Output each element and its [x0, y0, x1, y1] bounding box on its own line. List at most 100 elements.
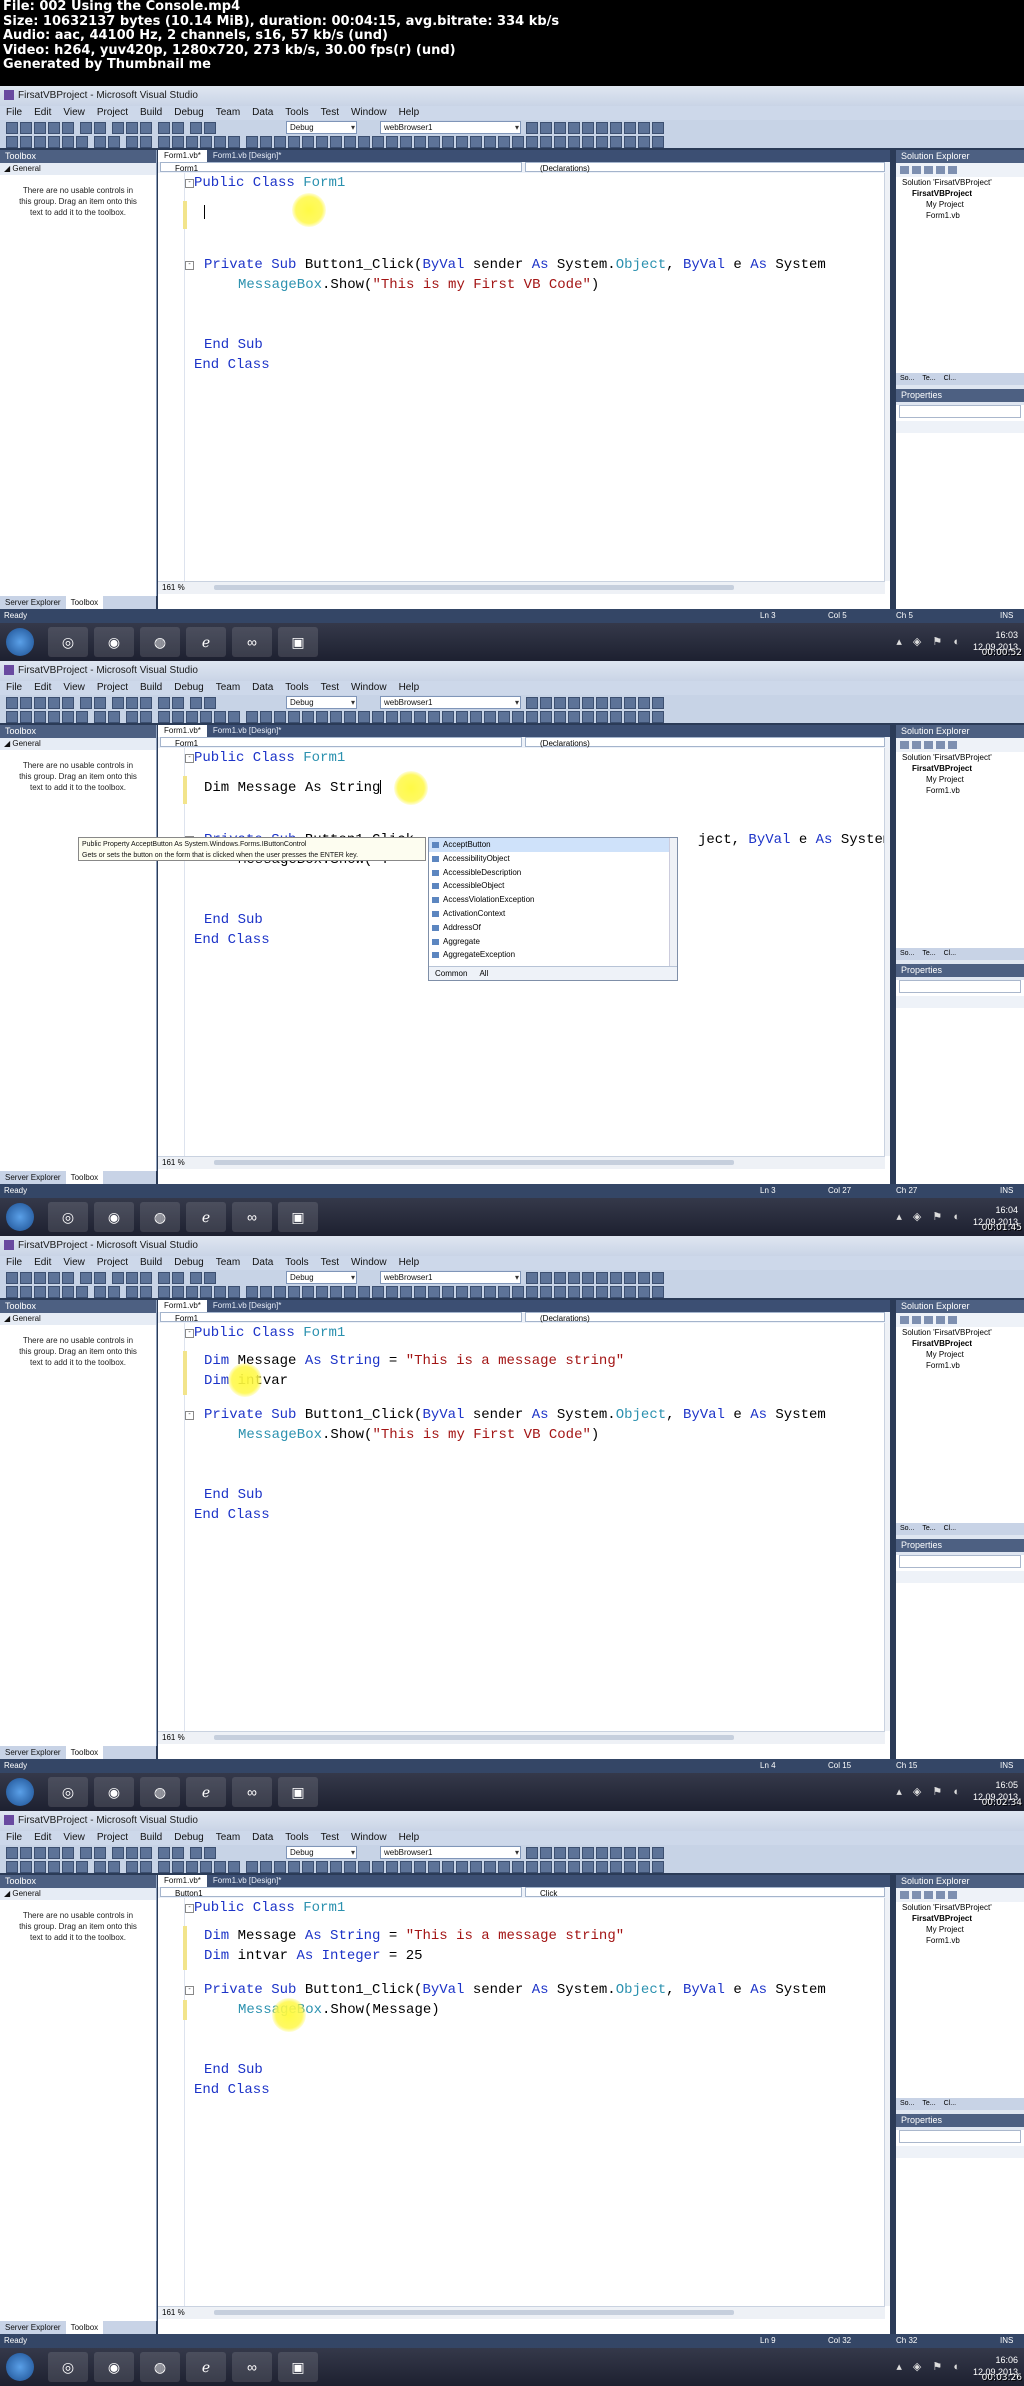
toolbar-icon[interactable] [428, 136, 440, 148]
tab-all[interactable]: All [473, 967, 494, 980]
toolbar-icon[interactable] [80, 1847, 92, 1859]
toolbar-icon[interactable] [484, 711, 496, 723]
toolbar-icon[interactable] [94, 711, 106, 723]
toolbar-icon[interactable] [288, 1861, 300, 1873]
toolbar-icon[interactable] [582, 1272, 594, 1284]
chrome-icon[interactable]: ◉ [94, 627, 134, 657]
toolbar-icon[interactable] [652, 1861, 664, 1873]
toolbar-icon[interactable] [108, 1286, 120, 1298]
tab-solution[interactable]: So... [896, 373, 918, 385]
toolbar-icon[interactable] [80, 122, 92, 134]
toolbar-icon[interactable] [554, 1272, 566, 1284]
toolbar-icon[interactable] [126, 697, 138, 709]
menu-item[interactable]: Window [345, 1256, 393, 1270]
toolbar-icon[interactable] [108, 711, 120, 723]
vertical-scrollbar[interactable] [884, 1898, 890, 2306]
toolbar-icon[interactable] [610, 1861, 622, 1873]
menu-item[interactable]: Debug [168, 106, 209, 120]
menu-item[interactable]: Data [246, 106, 279, 120]
toolbar-icon[interactable] [456, 1286, 468, 1298]
toolbar-icon[interactable] [274, 1861, 286, 1873]
toolbar-icon[interactable] [158, 697, 170, 709]
toolbar-icon[interactable] [20, 1286, 32, 1298]
toolbar-icon[interactable] [6, 1272, 18, 1284]
toolbar-icon[interactable] [112, 1847, 124, 1859]
toolbar-icon[interactable] [140, 711, 152, 723]
toolbar-icon[interactable] [34, 697, 46, 709]
properties-object-combo[interactable] [899, 1555, 1021, 1568]
toolbar-icon[interactable] [498, 1861, 510, 1873]
code-editor[interactable]: --Public Class Form1Dim Message As Strin… [158, 1323, 885, 1731]
horizontal-scrollbar[interactable]: 161 % [158, 581, 885, 594]
tab-toolbox[interactable]: Toolbox [65, 1746, 104, 1759]
toolbar-icon[interactable] [94, 136, 106, 148]
code-editor[interactable]: --Public Class Form1Dim Message As Strin… [158, 1898, 885, 2306]
toolbar-icon[interactable] [246, 1286, 258, 1298]
method-name-dropdown[interactable]: (Declarations) [525, 162, 885, 173]
toolbar-icon[interactable] [484, 1861, 496, 1873]
fold-toggle[interactable]: - [185, 179, 194, 188]
toolbar-icon[interactable] [158, 136, 170, 148]
toolbar-icon[interactable] [568, 697, 580, 709]
view-designer-icon[interactable] [948, 166, 957, 174]
toolbar-icon[interactable] [62, 1847, 74, 1859]
toolbar-icon[interactable] [126, 1847, 138, 1859]
toolbar-icon[interactable] [288, 1286, 300, 1298]
toolbar-icon[interactable] [80, 697, 92, 709]
toolbar-icon[interactable] [610, 711, 622, 723]
completion-scrollbar[interactable] [669, 838, 677, 966]
toolbar-icon[interactable] [358, 136, 370, 148]
toolbar-icon[interactable] [62, 711, 74, 723]
fold-toggle[interactable]: - [185, 1904, 194, 1913]
toolbar-icon[interactable] [400, 1286, 412, 1298]
toolbar-icon[interactable] [48, 136, 60, 148]
toolbar-icon[interactable] [540, 1847, 552, 1859]
menu-item[interactable]: Debug [168, 681, 209, 695]
refresh-icon[interactable] [924, 741, 933, 749]
toolbar-icon[interactable] [158, 1847, 170, 1859]
toolbar-icon[interactable] [330, 711, 342, 723]
toolbar-icon[interactable] [414, 1861, 426, 1873]
toolbar-icon[interactable] [554, 711, 566, 723]
toolbar-icon[interactable] [554, 1286, 566, 1298]
recorder-icon[interactable]: ▣ [278, 1777, 318, 1807]
toolbar-icon[interactable] [316, 1286, 328, 1298]
toolbox-group-general[interactable]: ◢ General [0, 163, 156, 175]
toolbar-icon[interactable] [34, 1286, 46, 1298]
completion-item[interactable]: Aggregate [429, 935, 677, 949]
toolbar-icon[interactable] [34, 1861, 46, 1873]
toolbar-icon[interactable] [638, 711, 650, 723]
toolbar-icon[interactable] [582, 1286, 594, 1298]
start-button[interactable] [6, 2353, 34, 2381]
view-designer-icon[interactable] [948, 741, 957, 749]
method-name-dropdown[interactable]: (Declarations) [525, 737, 885, 748]
toolbar-icon[interactable] [372, 1286, 384, 1298]
toolbox-group-general[interactable]: ◢ General [0, 1888, 156, 1900]
toolbar-icon[interactable] [554, 1861, 566, 1873]
tab-class-view[interactable]: Cl... [940, 948, 960, 960]
menu-item[interactable]: File [0, 1256, 28, 1270]
toolbar-icon[interactable] [470, 1861, 482, 1873]
toolbar-icon[interactable] [652, 136, 664, 148]
scroll-thumb[interactable] [214, 1735, 734, 1740]
toolbar-icon[interactable] [6, 1861, 18, 1873]
tree-my-project[interactable]: My Project [902, 1349, 1024, 1360]
toolbar-icon[interactable] [582, 136, 594, 148]
toolbar-icon[interactable] [172, 136, 184, 148]
toolbar-icon[interactable] [596, 1861, 608, 1873]
toolbar-icon[interactable] [20, 1847, 32, 1859]
start-button[interactable] [6, 628, 34, 656]
toolbar-icon[interactable] [316, 711, 328, 723]
tab-class-view[interactable]: Cl... [940, 1523, 960, 1535]
menu-item[interactable]: Window [345, 681, 393, 695]
toolbar-icon[interactable] [652, 122, 664, 134]
toolbar-icon[interactable] [172, 122, 184, 134]
toolbar-icon[interactable] [526, 122, 538, 134]
toolbar-icon[interactable] [158, 1861, 170, 1873]
taskbar-app-icon[interactable]: ◎ [48, 1777, 88, 1807]
toolbar-icon[interactable] [498, 136, 510, 148]
menu-item[interactable]: Project [91, 1831, 134, 1845]
intellisense-popup[interactable]: AcceptButton AccessibilityObject Accessibl… [428, 837, 678, 981]
recorder-icon[interactable]: ▣ [278, 1202, 318, 1232]
toolbar-icon[interactable] [372, 136, 384, 148]
